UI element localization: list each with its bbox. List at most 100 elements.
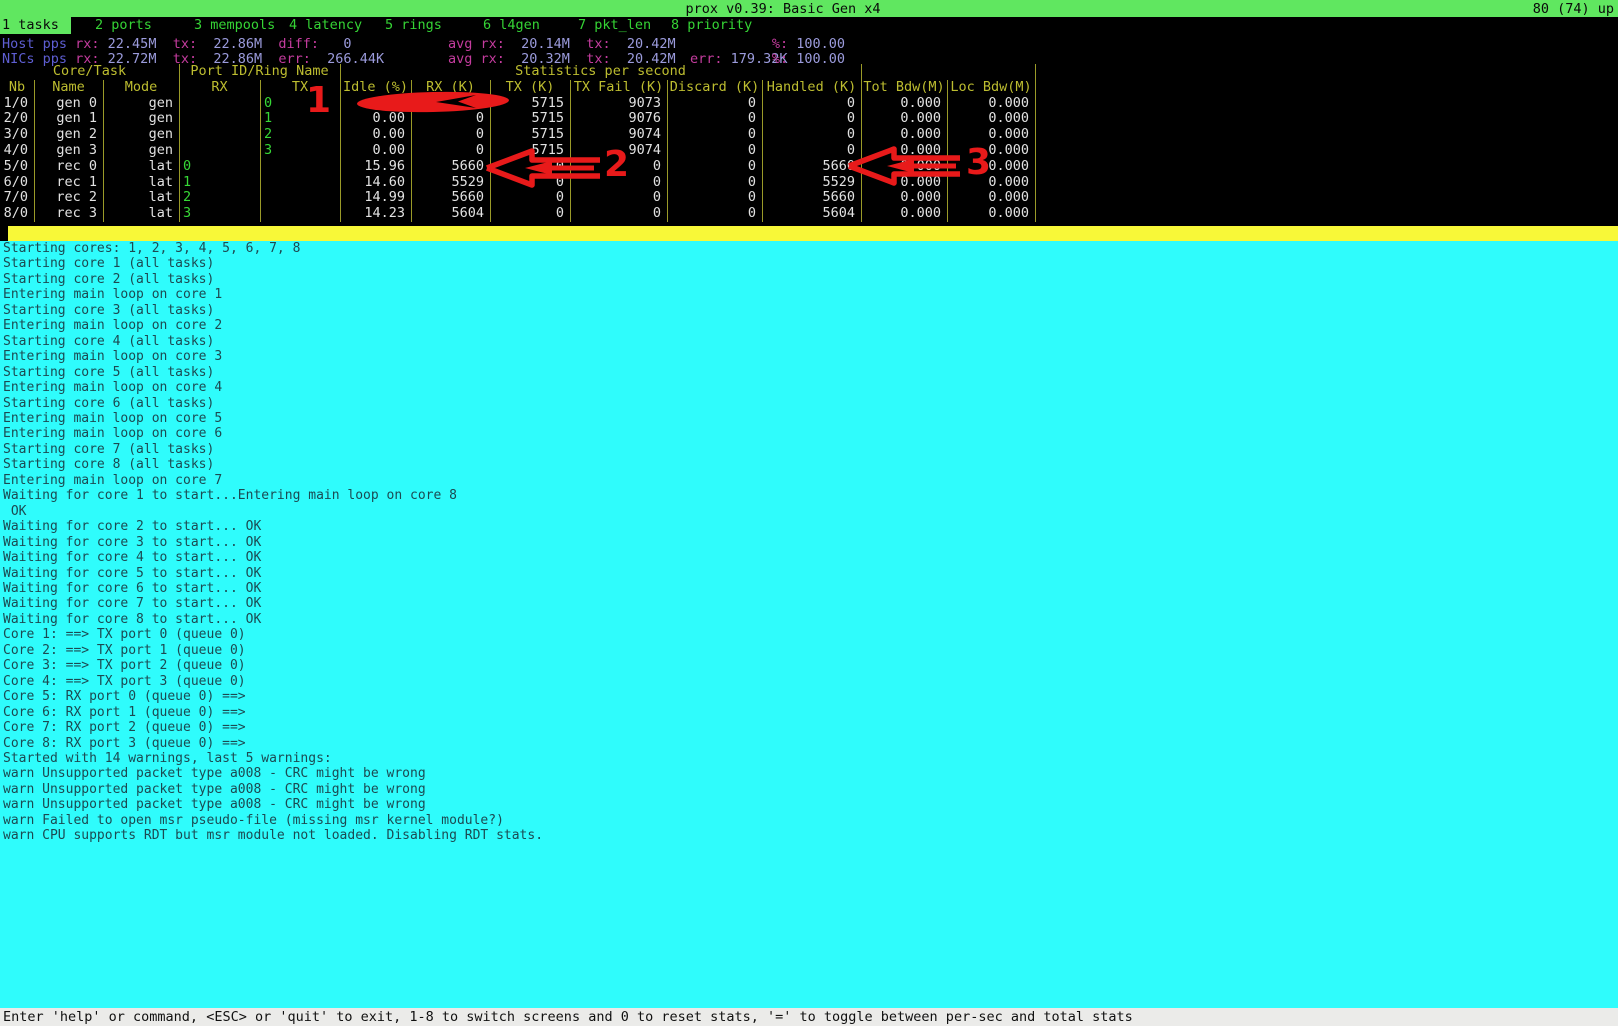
tab-8-priority[interactable]: 8 priority — [671, 17, 752, 34]
tab-7-pkt_len[interactable]: 7 pkt_len — [578, 17, 651, 34]
cell-tx_k: 5715 — [490, 96, 570, 112]
command-input-bar[interactable]: Enter 'help' or command, <ESC> or 'quit'… — [0, 1008, 1618, 1026]
table-column-header: Discard (K) — [667, 80, 762, 96]
cell-handled_k: 5660 — [762, 190, 861, 206]
cell-tx_k: 5715 — [490, 111, 570, 127]
cell-idle: 0.00 — [340, 143, 411, 159]
cell-tot_bdw: 0.000 — [861, 111, 947, 127]
log-line: Entering main loop on core 4 — [0, 380, 1618, 395]
cell-discard_k: 0 — [667, 175, 762, 191]
cell-name: gen 2 — [34, 127, 103, 143]
cell-rx_k: 0 — [411, 111, 490, 127]
cell-loc_bdw: 0.000 — [947, 111, 1035, 127]
tab-2-ports[interactable]: 2 ports — [95, 17, 152, 34]
cell-discard_k: 0 — [667, 127, 762, 143]
table-row: 2/0gen 1gen10.00057159076000.0000.000 — [0, 111, 1040, 127]
task-statistics-table: Core/TaskPort ID/Ring NameStatistics per… — [0, 64, 1040, 224]
cell-tx_fail_k: 0 — [570, 190, 667, 206]
cell-tot_bdw: 0.000 — [861, 143, 947, 159]
cell-tx: 0 — [260, 96, 340, 112]
cell-rx: 3 — [179, 206, 260, 222]
cell-tx_k: 5715 — [490, 143, 570, 159]
cell-rx: 0 — [179, 159, 260, 175]
table-group-header: Port ID/Ring Name — [179, 64, 340, 80]
cell-tx: 2 — [260, 127, 340, 143]
log-line: Waiting for core 1 to start...Entering m… — [0, 488, 1618, 503]
cell-name: gen 3 — [34, 143, 103, 159]
cell-tx_k: 5715 — [490, 127, 570, 143]
log-line: Waiting for core 8 to start... OK — [0, 612, 1618, 627]
cell-nb: 4/0 — [0, 143, 34, 159]
log-line: Entering main loop on core 5 — [0, 411, 1618, 426]
table-column-header: Mode — [103, 80, 179, 96]
tab-6-l4gen[interactable]: 6 l4gen — [483, 17, 540, 34]
stat-value — [570, 36, 586, 52]
log-line: Entering main loop on core 7 — [0, 473, 1618, 488]
log-line: Entering main loop on core 3 — [0, 349, 1618, 364]
cell-handled_k: 0 — [762, 111, 861, 127]
cell-tot_bdw: 0.000 — [861, 159, 947, 175]
log-line: warn Unsupported packet type a008 - CRC … — [0, 782, 1618, 797]
table-column-header: Loc Bdw(M) — [947, 80, 1035, 96]
cell-mode: gen — [103, 111, 179, 127]
cell-loc_bdw: 0.000 — [947, 143, 1035, 159]
log-line: Waiting for core 6 to start... OK — [0, 581, 1618, 596]
stat-label: %: — [772, 36, 788, 52]
tab-4-latency[interactable]: 4 latency — [289, 17, 362, 34]
cell-tx_fail_k: 0 — [570, 175, 667, 191]
log-line: Core 1: ==> TX port 0 (queue 0) — [0, 627, 1618, 642]
cell-loc_bdw: 0.000 — [947, 159, 1035, 175]
table-column-header: Tot Bdw(M) — [861, 80, 947, 96]
log-line: warn Unsupported packet type a008 - CRC … — [0, 766, 1618, 781]
cell-tx_fail_k: 9076 — [570, 111, 667, 127]
log-line: warn CPU supports RDT but msr module not… — [0, 828, 1618, 843]
tab-5-rings[interactable]: 5 rings — [385, 17, 442, 34]
stat-value: 100.00 — [788, 36, 845, 52]
table-column-header: Handled (K) — [762, 80, 861, 96]
table-row: 1/0gen 0gen00.00057159073000.0000.000 — [0, 96, 1040, 112]
cell-mode: lat — [103, 190, 179, 206]
log-line: OK — [0, 504, 1618, 519]
log-line: Starting core 2 (all tasks) — [0, 272, 1618, 287]
tab-3-mempools[interactable]: 3 mempools — [194, 17, 275, 34]
cell-nb: 8/0 — [0, 206, 34, 222]
table-column-header: Name — [34, 80, 103, 96]
cell-handled_k: 5529 — [762, 175, 861, 191]
table-row: 7/0rec 2lat214.99566000056600.0000.000 — [0, 190, 1040, 206]
log-line: Waiting for core 4 to start... OK — [0, 550, 1618, 565]
cell-name: rec 0 — [34, 159, 103, 175]
cell-handled_k: 0 — [762, 143, 861, 159]
cell-tot_bdw: 0.000 — [861, 175, 947, 191]
cell-tx: 3 — [260, 143, 340, 159]
table-column-header: RX — [179, 80, 260, 96]
log-line: Waiting for core 3 to start... OK — [0, 535, 1618, 550]
cell-nb: 1/0 — [0, 96, 34, 112]
cell-idle: 0.00 — [340, 111, 411, 127]
host-pps-stats: Host pps rx: 22.45M tx: 22.86M diff: 0 — [2, 37, 352, 52]
log-line: Waiting for core 7 to start... OK — [0, 596, 1618, 611]
cell-rx_k: 0 — [411, 143, 490, 159]
table-column-header: TX (K) — [490, 80, 570, 96]
log-line: Waiting for core 2 to start... OK — [0, 519, 1618, 534]
separator-bar — [8, 226, 1618, 241]
cell-discard_k: 0 — [667, 206, 762, 222]
log-line: Starting cores: 1, 2, 3, 4, 5, 6, 7, 8 — [0, 241, 1618, 256]
cell-tx_k: 0 — [490, 190, 570, 206]
cell-nb: 5/0 — [0, 159, 34, 175]
log-line: Waiting for core 5 to start... OK — [0, 566, 1618, 581]
console-log[interactable]: Starting cores: 1, 2, 3, 4, 5, 6, 7, 8 St… — [0, 241, 1618, 1008]
tab-1-tasks[interactable]: 1 tasks — [0, 17, 71, 34]
cell-handled_k: 0 — [762, 96, 861, 112]
cell-handled_k: 0 — [762, 127, 861, 143]
cell-discard_k: 0 — [667, 96, 762, 112]
cell-discard_k: 0 — [667, 111, 762, 127]
stat-value: 22.45M — [100, 36, 157, 52]
title-bar: prox v0.39: Basic Gen x4 80 (74) up — [0, 0, 1618, 17]
log-line: Core 8: RX port 3 (queue 0) ==> — [0, 736, 1618, 751]
cell-tx_fail_k: 0 — [570, 159, 667, 175]
cell-nb: 2/0 — [0, 111, 34, 127]
cell-idle: 14.99 — [340, 190, 411, 206]
cell-tx_k: 0 — [490, 206, 570, 222]
cell-rx_k: 5529 — [411, 175, 490, 191]
cell-tx_k: 0 — [490, 175, 570, 191]
